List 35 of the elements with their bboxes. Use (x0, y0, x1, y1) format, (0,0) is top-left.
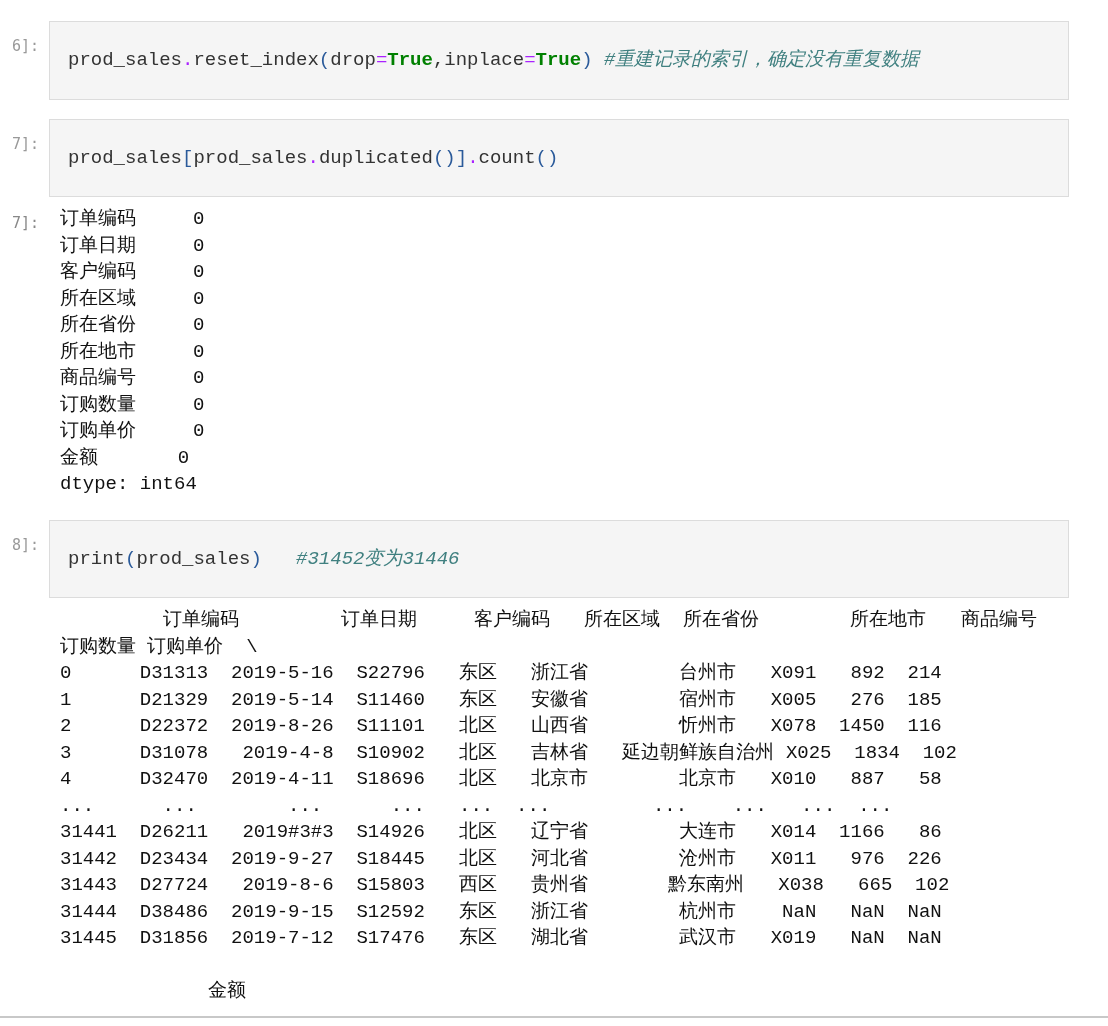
output-line: 客户编码 0 (60, 260, 205, 285)
output-line: 31443 D27724 2019-8-6 S15803 西区 贵州省 黔东南州 X038 665 102 (60, 873, 950, 898)
output-line: dtype: int64 (60, 472, 197, 497)
code-line: print(prod_sales) #31452变为31446 (68, 546, 460, 572)
output-line: 订单日期 0 (60, 233, 205, 259)
output-line: 1 D21329 2019-5-14 S11460 东区 安徽省 宿州市 X005 276 185 (60, 687, 942, 713)
output-line: 所在省份 0 (60, 313, 205, 338)
code-input[interactable]: prod_sales[prod_sales.duplicated()].count() (49, 118, 1069, 197)
output-line: 4 D32470 2019-4-11 S18696 北区 北京市 北京市 X010 887 58 (60, 767, 942, 792)
output-line: ... ... ... ... ... ... ... ... ... ... (60, 793, 893, 819)
output-line: 31444 D38486 2019-9-15 S12592 东区 浙江省 杭州市 NaN NaN NaN (60, 899, 942, 925)
output-line: 金额 (207, 979, 247, 1004)
output-line: 31445 D31856 2019-7-12 S17476 东区 湖北省 武汉市 X019 NaN NaN (60, 926, 942, 951)
output-line: 订购单价 0 (60, 419, 205, 444)
output-line: 31441 D26211 2019#3#3 S14926 北区 辽宁省 大连市 X014 1166 86 (60, 820, 942, 845)
code-input[interactable]: prod_sales.reset_index(drop=True,inplace=True) #重建记录的索引，确定没有重复数据 (49, 21, 1069, 100)
output-line: 3 D31078 2019-4-8 S10902 北区 吉林省 延边朝鲜族自治州 X025 1834 102 (60, 740, 957, 766)
output-line: 订购数量 订购单价 \ (60, 634, 258, 660)
prompt-label: 8]: (10, 534, 40, 556)
output-line: 商品编号 0 (60, 366, 205, 391)
code-line: prod_sales.reset_index(drop=True,inplace=True) #重建记录的索引，确定没有重复数据 (68, 48, 920, 73)
output-line: 订单编码 订单日期 客户编码 所在区域 所在省份 所在地市 商品编号 (161, 608, 1037, 633)
output-line: 订购数量 0 (60, 392, 205, 418)
output-line: 所在区域 0 (60, 286, 205, 312)
code-line: prod_sales[prod_sales.duplicated()].count() (68, 145, 559, 171)
output-line: 2 D22372 2019-8-26 S11101 北区 山西省 忻州市 X078 1450 116 (60, 714, 942, 739)
prompt-label: 7]: (10, 133, 40, 155)
output-line: 31442 D23434 2019-9-27 S18445 北区 河北省 沧州市 X011 976 226 (60, 846, 942, 872)
output-line: 0 D31313 2019-5-16 S22796 东区 浙江省 台州市 X091 892 214 (60, 661, 942, 686)
prompt-label: 6]: (10, 36, 40, 57)
output-line: 订单编码 0 (60, 207, 205, 232)
code-input[interactable]: print(prod_sales) #31452变为31446 (49, 519, 1069, 598)
output-line: 金额 0 (60, 445, 190, 471)
output-line: 所在地市 0 (60, 339, 205, 365)
prompt-label: 7]: (10, 213, 40, 234)
